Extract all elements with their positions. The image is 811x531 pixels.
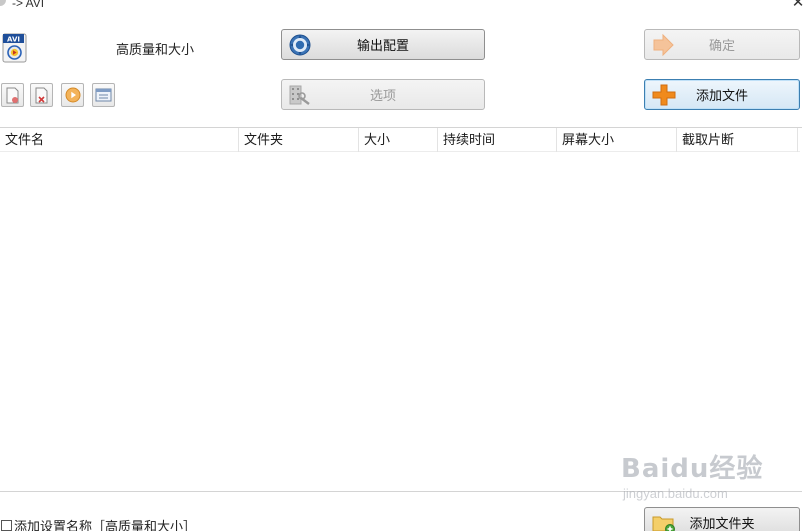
column-header-clip-segment[interactable]: 截取片断 [677, 128, 798, 152]
watermark-url: jingyan.baidu.com [623, 486, 728, 501]
title-bar: -> AVI ✕ [0, 0, 811, 12]
add-file-button[interactable]: 添加文件 [644, 79, 800, 110]
avi-logo-text: AVI [7, 36, 20, 44]
column-header-folder[interactable]: 文件夹 [239, 128, 359, 152]
new-file-button[interactable] [1, 83, 24, 107]
file-list-table[interactable]: 文件名 文件夹 大小 持续时间 屏幕大小 截取片断 [0, 127, 802, 492]
save-name-label: 添加设置名称［高质量和大小］ [14, 519, 197, 531]
play-button[interactable] [61, 83, 84, 107]
close-button[interactable]: ✕ [790, 0, 806, 11]
add-folder-button[interactable]: 添加文件夹 [644, 507, 800, 531]
film-settings-icon [288, 84, 312, 106]
new-file-icon [6, 87, 19, 103]
play-icon [65, 87, 80, 103]
view-details-button[interactable] [92, 83, 115, 107]
column-header-size[interactable]: 大小 [359, 128, 438, 152]
options-button[interactable]: 选项 [281, 79, 485, 110]
remove-file-button[interactable] [30, 83, 53, 107]
arrow-right-icon [651, 33, 675, 56]
column-header-filename[interactable]: 文件名 [0, 128, 239, 152]
column-header-screen-size[interactable]: 屏幕大小 [557, 128, 677, 152]
app-icon [0, 0, 6, 6]
output-config-label: 输出配置 [356, 38, 409, 53]
baidu-watermark: Baidu经验 jingyan.baidu.com [621, 444, 771, 506]
view-list-icon [95, 88, 112, 102]
window-title: -> AVI [12, 0, 45, 10]
gear-icon [288, 33, 312, 57]
profile-name: 高质量和大小 [116, 42, 195, 57]
save-name-option[interactable]: 添加设置名称［高质量和大小］ [1, 516, 196, 531]
options-label: 选项 [369, 88, 396, 103]
delete-file-icon [35, 87, 48, 103]
watermark-logo: Baidu经验 [621, 454, 764, 484]
table-header: 文件名 文件夹 大小 持续时间 屏幕大小 截取片断 [0, 128, 800, 152]
avi-format-icon: AVI [2, 33, 27, 63]
ok-button[interactable]: 确定 [644, 29, 800, 60]
folder-add-icon [651, 512, 677, 531]
save-name-checkbox[interactable] [1, 520, 12, 531]
column-header-duration[interactable]: 持续时间 [438, 128, 557, 152]
plus-icon [651, 83, 677, 107]
output-config-button[interactable]: 输出配置 [281, 29, 485, 60]
